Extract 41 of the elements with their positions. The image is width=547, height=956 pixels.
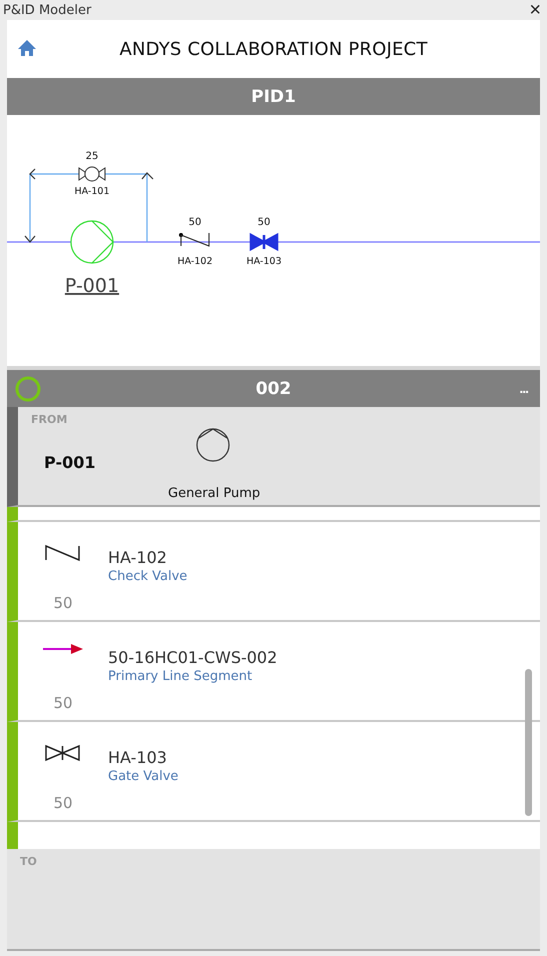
list-item[interactable]: 50 50-16HC01-CWS-002 Primary Line Segment — [7, 622, 540, 722]
size-label: 50 — [188, 217, 202, 228]
list-item[interactable]: 50 HA-103 Gate Valve — [7, 722, 540, 822]
item-type: Gate Valve — [108, 769, 180, 784]
check-valve-symbol — [179, 232, 210, 247]
size-label: 25 — [86, 151, 98, 162]
from-type: General Pump — [168, 486, 260, 501]
arrow-icon — [43, 644, 83, 654]
tag-label: HA-101 — [74, 186, 110, 197]
check-valve-icon — [45, 544, 81, 562]
item-tag: HA-103 — [108, 748, 540, 767]
list-item[interactable]: 50 HA-102 Check Valve — [7, 522, 540, 622]
drawing-title: PID1 — [251, 86, 296, 106]
line-title: 002 — [256, 378, 292, 398]
window-title: P&ID Modeler — [3, 2, 92, 18]
scrollbar[interactable] — [525, 669, 532, 816]
to-label: TO — [20, 855, 37, 868]
home-button[interactable] — [17, 39, 37, 59]
size-text: 50 — [53, 794, 73, 812]
item-tag: HA-102 — [108, 548, 540, 567]
from-tag: P-001 — [44, 453, 96, 472]
item-tag: 50-16HC01-CWS-002 — [108, 648, 540, 667]
size-label: 50 — [258, 217, 270, 228]
size-text: 50 — [53, 694, 73, 712]
project-title: ANDYS COLLABORATION PROJECT — [118, 38, 429, 60]
tag-label: HA-103 — [246, 256, 282, 267]
item-type: Check Valve — [108, 569, 188, 584]
more-button[interactable]: ... — [519, 380, 528, 396]
pump-icon — [195, 427, 231, 463]
from-label: FROM — [31, 413, 68, 426]
tag-label: HA-102 — [178, 256, 212, 267]
status-ring-icon — [15, 376, 41, 402]
size-text: 50 — [53, 594, 73, 612]
pump-tag: P-001 — [64, 275, 120, 297]
home-icon — [17, 39, 37, 57]
pump-symbol — [70, 220, 114, 264]
gate-valve-icon — [45, 744, 81, 762]
close-button[interactable]: × — [527, 0, 543, 20]
gate-valve-symbol — [250, 232, 278, 252]
bypass-valve-symbol — [78, 166, 106, 182]
item-type: Primary Line Segment — [108, 669, 254, 684]
